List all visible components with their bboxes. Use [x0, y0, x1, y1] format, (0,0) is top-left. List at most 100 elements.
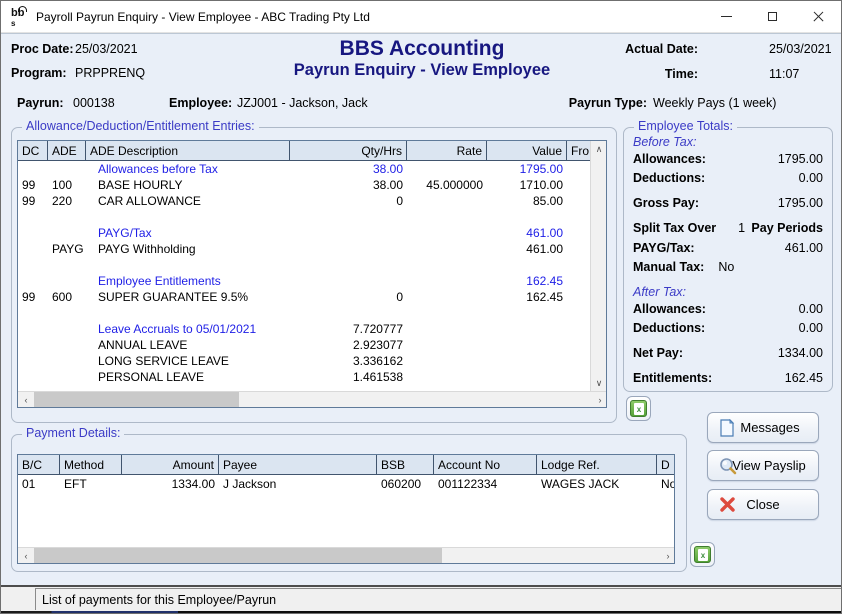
totals-value: 461.00: [785, 241, 823, 260]
totals-row: Deductions:0.00: [633, 171, 823, 190]
payments-table: B/CMethodAmountPayeeBSBAccount NoLodge R…: [17, 454, 675, 564]
close-button-label: Close: [746, 497, 779, 512]
totals-label: Entitlements:: [633, 371, 712, 390]
entries-cell-rate: 45.000000: [407, 178, 487, 192]
entries-cell-value: 461.00: [487, 226, 567, 240]
totals-value: 0.00: [799, 321, 823, 340]
entries-row[interactable]: PAYG/Tax461.00: [18, 225, 590, 241]
payments-header-cell-payee: Payee: [219, 455, 377, 474]
window-controls: [703, 1, 841, 32]
entries-body: Allowances before Tax38.001795.0099100BA…: [18, 161, 590, 377]
status-text: List of payments for this Employee/Payru…: [35, 588, 842, 610]
payments-panel: Payment Details: B/CMethodAmountPayeeBSB…: [11, 434, 687, 572]
entries-row[interactable]: PAYGPAYG Withholding461.00: [18, 241, 590, 257]
entries-cell-desc: PERSONAL LEAVE: [86, 370, 290, 384]
entries-cell-qty: 38.00: [290, 162, 407, 176]
title-bar: bb s Payroll Payrun Enquiry - View Emplo…: [1, 1, 841, 33]
app-title: BBS Accounting: [1, 37, 842, 61]
entries-row[interactable]: Leave Accruals to 05/01/20217.720777: [18, 321, 590, 337]
entries-cell-desc: SUPER GUARANTEE 9.5%: [86, 290, 290, 304]
entries-row[interactable]: 99220CAR ALLOWANCE085.00: [18, 193, 590, 209]
view-payslip-button[interactable]: View Payslip: [707, 450, 819, 481]
entries-hscroll-track[interactable]: [34, 392, 592, 407]
entries-row[interactable]: Allowances before Tax38.001795.00: [18, 161, 590, 177]
entries-header-cell-rate: Rate: [407, 141, 487, 160]
entries-cell-qty: 1.461538: [290, 370, 407, 384]
messages-button-label: Messages: [740, 420, 799, 435]
payments-cell-method: EFT: [60, 477, 122, 491]
entries-row[interactable]: Employee Entitlements162.45: [18, 273, 590, 289]
entries-cell-desc: Allowances before Tax: [86, 162, 290, 176]
entries-spacer-row: [18, 305, 590, 321]
entries-cell-value: 162.45: [487, 274, 567, 288]
entries-cell-desc: LONG SERVICE LEAVE: [86, 354, 290, 368]
payments-header-cell-d: D: [657, 455, 675, 474]
window-close-button[interactable]: [795, 1, 841, 32]
entries-excel-export-button[interactable]: x: [626, 396, 651, 421]
payments-header-cell-lodge: Lodge Ref.: [537, 455, 657, 474]
totals-section-label: Before Tax:: [633, 135, 823, 152]
scroll-right-button[interactable]: ›: [660, 548, 675, 564]
entries-cell-qty: 2.923077: [290, 338, 407, 352]
totals-value: No: [718, 260, 734, 279]
entries-cell-value: 85.00: [487, 194, 567, 208]
entries-cell-desc: PAYG Withholding: [86, 242, 290, 256]
entries-cell-dc: 99: [18, 178, 48, 192]
entries-cell-qty: 7.720777: [290, 322, 407, 336]
totals-label: PAYG/Tax:: [633, 241, 695, 260]
entries-row[interactable]: 99600SUPER GUARANTEE 9.5%0162.45: [18, 289, 590, 305]
entries-spacer-row: [18, 209, 590, 225]
entries-vertical-scrollbar[interactable]: ∧ ∨: [590, 141, 606, 391]
screen-title: Payrun Enquiry - View Employee: [1, 61, 842, 80]
entries-cell-qty: 38.00: [290, 178, 407, 192]
document-icon: [719, 419, 735, 437]
totals-split-row: Split Tax Over1Pay Periods: [633, 221, 823, 241]
scroll-left-button[interactable]: ‹: [18, 548, 34, 564]
payments-header-row: B/CMethodAmountPayeeBSBAccount NoLodge R…: [18, 455, 674, 475]
entries-row[interactable]: 99100BASE HOURLY38.0045.0000001710.00: [18, 177, 590, 193]
scroll-up-button[interactable]: ∧: [591, 141, 607, 157]
totals-section-label: After Tax:: [633, 285, 823, 302]
messages-button[interactable]: Messages: [707, 412, 819, 443]
payments-header-cell-account: Account No: [434, 455, 537, 474]
entries-panel: Allowance/Deduction/Entitlement Entries:…: [11, 127, 617, 423]
scroll-right-button[interactable]: ›: [592, 392, 607, 408]
employee-label: Employee:: [169, 96, 232, 110]
payments-hscroll-thumb[interactable]: [34, 548, 442, 563]
minimize-button[interactable]: [703, 1, 749, 32]
employee-value: JZJ001 - Jackson, Jack: [237, 96, 368, 110]
payments-excel-export-button[interactable]: x: [690, 542, 715, 567]
app-window: bb s Payroll Payrun Enquiry - View Emplo…: [0, 0, 842, 614]
entries-header-cell-fro: Fro: [567, 141, 592, 160]
scroll-down-button[interactable]: ∨: [591, 375, 607, 391]
entries-cell-ade: PAYG: [48, 242, 86, 256]
entries-cell-dc: 99: [18, 194, 48, 208]
totals-label: Deductions:: [633, 321, 705, 340]
red-x-icon: [719, 496, 736, 513]
scroll-left-button[interactable]: ‹: [18, 392, 34, 408]
close-action-button[interactable]: Close: [707, 489, 819, 520]
entries-row[interactable]: PERSONAL LEAVE1.461538: [18, 369, 590, 385]
dialog-content: Proc Date: 25/03/2021 Program: PRPPRENQ …: [1, 33, 842, 585]
entries-cell-desc: Leave Accruals to 05/01/2021: [86, 322, 290, 336]
totals-value: 1334.00: [778, 346, 823, 365]
totals-row: PAYG/Tax: 461.00: [633, 241, 823, 260]
entries-vscroll-track[interactable]: [591, 157, 606, 375]
payments-header-cell-bsb: BSB: [377, 455, 434, 474]
excel-icon: x: [694, 546, 711, 563]
actual-date-value: 25/03/2021: [769, 42, 832, 56]
time-value: 11:07: [769, 67, 799, 81]
maximize-button[interactable]: [749, 1, 795, 32]
entries-header-row: DCADEADE DescriptionQty/HrsRateValueFro: [18, 141, 590, 161]
entries-horizontal-scrollbar[interactable]: ‹ ›: [18, 391, 607, 407]
entries-hscroll-thumb[interactable]: [34, 392, 239, 407]
totals-label: Allowances:: [633, 152, 706, 171]
entries-row[interactable]: LONG SERVICE LEAVE3.336162: [18, 353, 590, 369]
view-payslip-button-label: View Payslip: [732, 458, 805, 473]
payments-hscroll-track[interactable]: [34, 548, 660, 563]
entries-cell-qty: 0: [290, 194, 407, 208]
entries-row[interactable]: ANNUAL LEAVE2.923077: [18, 337, 590, 353]
payments-horizontal-scrollbar[interactable]: ‹ ›: [18, 547, 675, 563]
payments-row[interactable]: 01EFT1334.00J Jackson060200001122334WAGE…: [18, 475, 674, 492]
entries-cell-desc: CAR ALLOWANCE: [86, 194, 290, 208]
